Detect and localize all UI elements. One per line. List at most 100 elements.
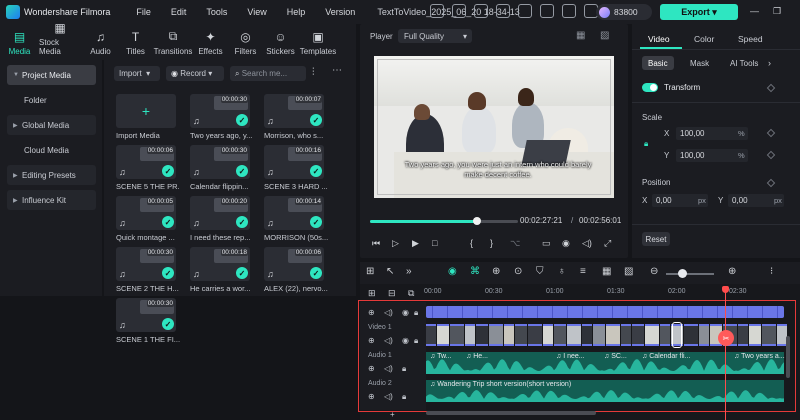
tab-color[interactable]: Color	[694, 34, 714, 44]
zoom-slider-track[interactable]	[666, 273, 714, 275]
tab-media[interactable]: ▤ Media	[4, 24, 35, 60]
record-dropdown[interactable]: ◉ Record ▾	[166, 66, 224, 81]
menu-file[interactable]: File	[136, 7, 151, 17]
import-dropdown[interactable]: Import ▾	[114, 66, 160, 81]
quality-dropdown[interactable]: Full Quality ▾	[398, 29, 472, 43]
keyframe-diamond-icon[interactable]	[766, 150, 776, 160]
stop-icon[interactable]: □	[432, 238, 437, 248]
import-thumb[interactable]: +	[116, 94, 176, 128]
zoom-out-icon[interactable]: ⊖	[650, 266, 658, 277]
timeline-horizontal-scrollbar[interactable]	[426, 411, 596, 415]
headphones-icon[interactable]	[496, 4, 510, 18]
timeline-vertical-scrollbar[interactable]	[786, 336, 790, 378]
link-icon[interactable]: ⊕	[492, 266, 500, 277]
menu-view[interactable]: View	[247, 7, 266, 17]
tab-stock-media[interactable]: ▦ Stock Media	[39, 21, 81, 60]
magnet-icon[interactable]: ⌘	[470, 266, 480, 277]
add-track-icon[interactable]: ⊞	[368, 288, 376, 299]
media-thumbnail[interactable]: 00:00:06 ♫ ✓	[264, 247, 324, 281]
display-icon[interactable]: ▭	[542, 238, 551, 249]
menu-version[interactable]: Version	[325, 7, 355, 17]
add-icon[interactable]: +	[390, 410, 395, 419]
camera-icon[interactable]: ◉	[562, 238, 570, 249]
tab-templates[interactable]: ▣ Templates	[300, 24, 336, 60]
tab-stickers[interactable]: ☺ Stickers	[265, 24, 296, 60]
media-card[interactable]: 00:00:30 ♫ ✓ Calendar flippin...	[190, 145, 250, 191]
fast-forward-icon[interactable]: »	[406, 266, 412, 277]
credits-badge[interactable]: 83800	[596, 4, 652, 20]
layout-icon[interactable]	[430, 4, 444, 18]
mark-out-icon[interactable]: }	[490, 238, 493, 248]
reset-button[interactable]: Reset	[642, 232, 670, 246]
keyframe-diamond-icon[interactable]	[766, 83, 776, 93]
media-card[interactable]: 00:00:30 ♫ ✓ Two years ago, y...	[190, 94, 252, 140]
snapshot-grid-icon[interactable]: ▦	[576, 30, 585, 41]
nav-influence-kit[interactable]: ▶ Influence Kit	[7, 190, 96, 210]
ai-face-icon[interactable]: ◉	[448, 266, 457, 277]
media-thumbnail[interactable]: 00:00:30 ♫ ✓	[190, 94, 250, 128]
split-icon[interactable]: ⌥	[510, 238, 520, 249]
video-preview[interactable]: Two years ago, you were just an intern w…	[374, 56, 614, 198]
media-thumbnail[interactable]: 00:00:30 ♫ ✓	[190, 145, 250, 179]
mark-in-icon[interactable]: {	[470, 238, 473, 248]
playhead[interactable]	[725, 288, 726, 420]
zoom-slider-handle[interactable]	[678, 269, 687, 278]
media-thumbnail[interactable]: 00:00:05 ♫ ✓	[116, 196, 176, 230]
maximize-icon[interactable]: ❐	[773, 6, 781, 17]
cloud-icon[interactable]	[540, 4, 554, 18]
community-icon[interactable]	[562, 4, 576, 18]
tab-effects[interactable]: ✦ Effects	[195, 24, 226, 60]
tab-transitions[interactable]: ⧉ Transitions	[154, 24, 193, 60]
media-thumbnail[interactable]: 00:00:16 ♫ ✓	[264, 145, 324, 179]
tab-titles[interactable]: T Titles	[120, 24, 151, 60]
track-link-icon[interactable]: ⊟	[388, 288, 396, 299]
tab-audio[interactable]: ♫ Audio	[85, 24, 116, 60]
media-thumbnail[interactable]: 00:00:30 ♫ ✓	[116, 247, 176, 281]
media-thumbnail[interactable]: 00:00:30 ♫ ✓	[116, 298, 176, 332]
media-search[interactable]: ⌕ Search me...	[230, 66, 306, 81]
nav-project-media[interactable]: ▼ Project Media	[7, 65, 96, 85]
layout-grid-icon[interactable]: ⊞	[366, 266, 374, 277]
media-thumbnail[interactable]: 00:00:06 ♫ ✓	[116, 145, 176, 179]
play-icon[interactable]: ▷	[392, 238, 399, 249]
feedback-icon[interactable]	[518, 4, 532, 18]
more-icon[interactable]: ⋯	[332, 65, 342, 76]
media-card[interactable]: 00:00:30 ♫ ✓ SCENE 2 THE H...	[116, 247, 179, 293]
nav-editing-presets[interactable]: ▶ Editing Presets	[7, 165, 96, 185]
subtab-basic[interactable]: Basic	[642, 56, 674, 70]
tab-speed[interactable]: Speed	[738, 34, 763, 44]
media-thumbnail[interactable]: 00:00:07 ♫ ✓	[264, 94, 324, 128]
audio-mix-icon[interactable]: ≡	[580, 266, 586, 277]
media-card[interactable]: 00:00:06 ♫ ✓ SCENE 5 THE PR...	[116, 145, 180, 191]
media-thumbnail[interactable]: 00:00:14 ♫ ✓	[264, 196, 324, 230]
media-card[interactable]: 00:00:05 ♫ ✓ Quick montage ...	[116, 196, 176, 242]
fullscreen-icon[interactable]: ⤢	[604, 238, 611, 249]
speed-icon[interactable]: ⊙	[514, 266, 522, 277]
transform-toggle[interactable]	[642, 83, 658, 92]
playhead-handle[interactable]	[722, 286, 729, 293]
media-card[interactable]: 00:00:30 ♫ ✓ SCENE 1 THE FI...	[116, 298, 180, 344]
more-grid-icon[interactable]: ⁝	[770, 266, 773, 277]
microphone-icon[interactable]: ♁	[558, 266, 566, 277]
tab-filters[interactable]: ◎ Filters	[230, 24, 261, 60]
media-card[interactable]: 00:00:16 ♫ ✓ SCENE 3 HARD ...	[264, 145, 328, 191]
media-thumbnail[interactable]: 00:00:18 ♫ ✓	[190, 247, 250, 281]
playback-scrubber[interactable]	[370, 217, 518, 225]
image-icon[interactable]: ▨	[624, 266, 633, 277]
track-settings-icon[interactable]: ⧉	[408, 288, 414, 299]
chevron-right-icon[interactable]: ›	[768, 58, 771, 68]
media-card[interactable]: 00:00:07 ♫ ✓ Morrison, who s...	[264, 94, 324, 140]
grid-icon[interactable]: ▦	[602, 266, 611, 277]
link-lock-icon[interactable]: 🔒︎	[644, 139, 648, 149]
volume-icon[interactable]: ◁)	[582, 238, 592, 249]
media-card[interactable]: 00:00:06 ♫ ✓ ALEX (22), nervo...	[264, 247, 328, 293]
nav-folder[interactable]: Folder	[7, 90, 96, 110]
shield-icon[interactable]: ⛉	[536, 266, 544, 277]
select-arrow-icon[interactable]: ↖	[386, 266, 394, 277]
menu-tools[interactable]: Tools	[206, 7, 227, 17]
play-loop-icon[interactable]: ▶	[412, 238, 419, 249]
keyframe-diamond-icon[interactable]	[766, 178, 776, 188]
screen-icon[interactable]	[474, 4, 488, 18]
media-thumbnail[interactable]: 00:00:20 ♫ ✓	[190, 196, 250, 230]
subtab-ai-tools[interactable]: AI Tools	[730, 56, 758, 70]
